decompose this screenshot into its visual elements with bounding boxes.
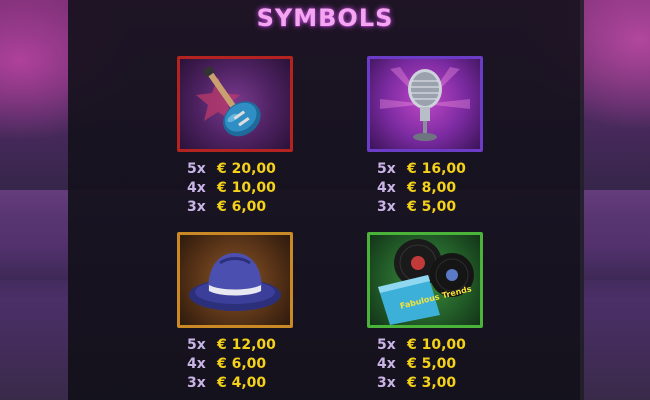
payout-row: 4x € 5,00 xyxy=(377,355,497,374)
payout-amount: € 5,00 xyxy=(407,356,457,372)
payout-amount: € 8,00 xyxy=(407,180,457,196)
symbol-tile-guitar xyxy=(177,56,293,152)
payout-row: 3x € 4,00 xyxy=(187,374,307,393)
paytable-panel[interactable] xyxy=(68,0,584,400)
symbol-tile-hat xyxy=(177,232,293,328)
payout-count: 5x xyxy=(187,161,206,177)
payout-count: 5x xyxy=(377,337,396,353)
payout-row: 3x € 5,00 xyxy=(377,198,497,217)
payout-amount: € 10,00 xyxy=(407,337,466,353)
payout-amount: € 10,00 xyxy=(217,180,276,196)
payout-amount: € 20,00 xyxy=(217,161,276,177)
payout-amount: € 12,00 xyxy=(217,337,276,353)
payout-count: 3x xyxy=(377,375,396,391)
payout-row: 5x € 12,00 xyxy=(187,336,307,355)
scrollbar[interactable] xyxy=(580,0,584,400)
payout-count: 3x xyxy=(377,199,396,215)
payout-amount: € 3,00 xyxy=(407,375,457,391)
vinyl-records-icon: Fabulous Trends xyxy=(378,239,474,325)
payout-row: 5x € 20,00 xyxy=(187,160,307,179)
symbol-tile-microphone xyxy=(367,56,483,152)
guitar-icon xyxy=(196,65,261,137)
fedora-hat-icon xyxy=(189,253,281,311)
payout-count: 4x xyxy=(187,180,206,196)
paytable-guitar: 5x € 20,00 4x € 10,00 3x € 6,00 xyxy=(187,160,307,217)
payout-row: 5x € 10,00 xyxy=(377,336,497,355)
payout-row: 3x € 3,00 xyxy=(377,374,497,393)
payout-row: 3x € 6,00 xyxy=(187,198,307,217)
payout-amount: € 6,00 xyxy=(217,356,267,372)
payout-amount: € 5,00 xyxy=(407,199,457,215)
payout-row: 4x € 10,00 xyxy=(187,179,307,198)
payout-count: 4x xyxy=(377,180,396,196)
payout-amount: € 16,00 xyxy=(407,161,466,177)
payout-amount: € 6,00 xyxy=(217,199,267,215)
paytable-vinyl: 5x € 10,00 4x € 5,00 3x € 3,00 xyxy=(377,336,497,393)
payout-row: 5x € 16,00 xyxy=(377,160,497,179)
payout-count: 4x xyxy=(377,356,396,372)
page-title: SYMBOLS xyxy=(256,4,394,32)
symbol-tile-vinyl: Fabulous Trends xyxy=(367,232,483,328)
payout-count: 3x xyxy=(187,375,206,391)
payout-count: 4x xyxy=(187,356,206,372)
payout-amount: € 4,00 xyxy=(217,375,267,391)
payout-count: 3x xyxy=(187,199,206,215)
payout-count: 5x xyxy=(377,161,396,177)
payout-row: 4x € 6,00 xyxy=(187,355,307,374)
paytable-microphone: 5x € 16,00 4x € 8,00 3x € 5,00 xyxy=(377,160,497,217)
paytable-hat: 5x € 12,00 4x € 6,00 3x € 4,00 xyxy=(187,336,307,393)
payout-count: 5x xyxy=(187,337,206,353)
payout-row: 4x € 8,00 xyxy=(377,179,497,198)
microphone-icon xyxy=(380,67,470,141)
